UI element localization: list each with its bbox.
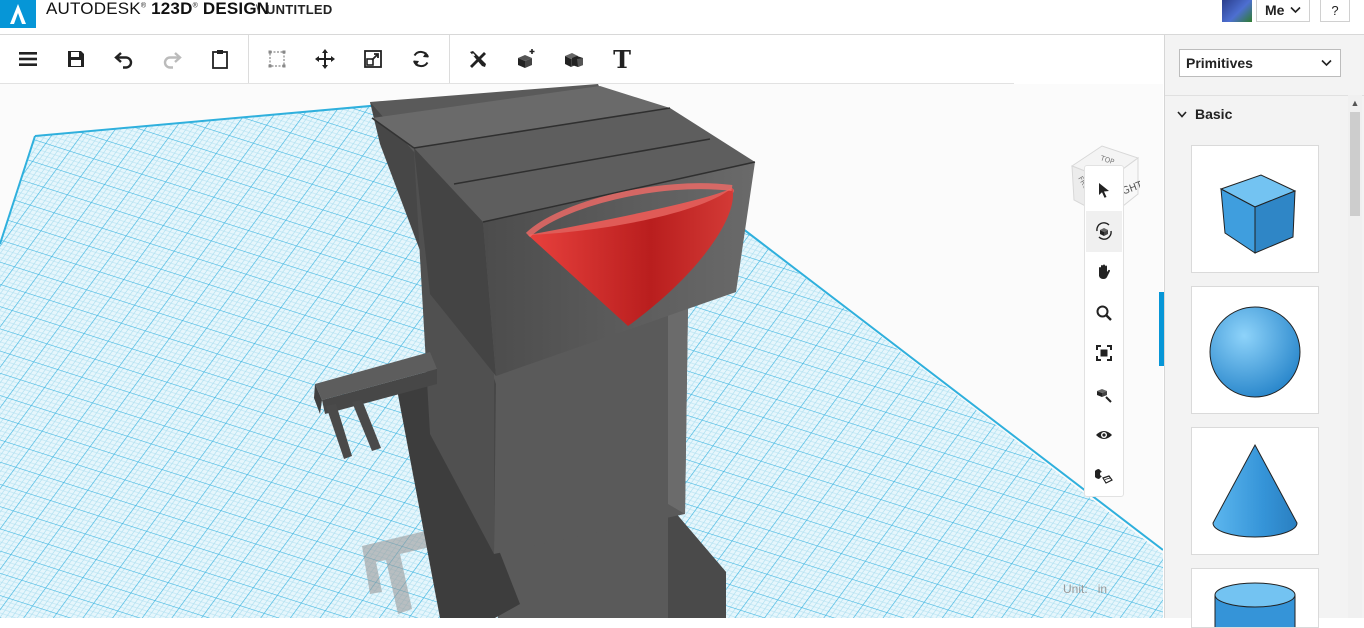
move-icon[interactable] (301, 35, 349, 83)
pan-icon[interactable] (1086, 252, 1122, 293)
avatar[interactable] (1222, 0, 1252, 22)
redo-icon[interactable] (148, 35, 196, 83)
bounding-box-icon[interactable] (253, 35, 301, 83)
zoom-selected-icon[interactable] (1086, 374, 1122, 415)
title-bar: AUTODESK® 123D® DESIGN \ UNTITLED Me ? (0, 0, 1364, 35)
library-dropdown[interactable]: Primitives (1179, 49, 1341, 77)
cube-icon (1219, 174, 1297, 254)
autodesk-logo-icon[interactable] (0, 0, 36, 28)
primitive-sphere[interactable] (1191, 286, 1319, 414)
scroll-up-icon[interactable]: ▲ (1348, 96, 1362, 110)
help-button[interactable]: ? (1320, 0, 1350, 22)
chevron-down-icon (1177, 110, 1187, 118)
cylinder-icon (1214, 582, 1296, 627)
user-name: Me (1265, 2, 1285, 18)
save-icon[interactable] (52, 35, 100, 83)
panel-divider (1165, 95, 1364, 96)
pointer-icon[interactable] (1086, 170, 1122, 211)
undo-icon[interactable] (100, 35, 148, 83)
modify-icon[interactable] (502, 35, 550, 83)
combine-icon[interactable] (550, 35, 598, 83)
shape-library-panel: Primitives Basic (1164, 35, 1364, 628)
toolbar-group-transform (249, 35, 450, 83)
text-tool-icon[interactable]: T (598, 35, 646, 83)
unit-indicator: Unit: in (1063, 582, 1108, 596)
scene-canvas[interactable] (0, 84, 1163, 618)
primitive-cube[interactable] (1191, 145, 1319, 273)
user-menu-button[interactable]: Me (1256, 0, 1311, 22)
3d-viewport[interactable]: TOP FRONT RIGHT Unit:in (0, 84, 1163, 618)
clipboard-icon[interactable] (196, 35, 244, 83)
construct-icon[interactable] (454, 35, 502, 83)
panel-scrollbar-thumb[interactable] (1350, 112, 1360, 216)
orbit-icon[interactable] (1086, 210, 1122, 252)
visibility-icon[interactable] (1086, 415, 1122, 456)
scale-icon[interactable] (349, 35, 397, 83)
chevron-down-icon (1290, 6, 1302, 14)
section-header-basic[interactable]: Basic (1177, 106, 1232, 122)
sphere-icon (1209, 306, 1301, 398)
toolbar-group-file (0, 35, 249, 83)
chevron-down-icon (1321, 59, 1332, 67)
cone-icon (1212, 443, 1298, 538)
snap-icon[interactable] (1086, 455, 1122, 496)
primitive-cone[interactable] (1191, 427, 1319, 555)
primitive-cylinder[interactable] (1191, 568, 1319, 628)
rotate-icon[interactable] (397, 35, 445, 83)
section-title: Basic (1195, 106, 1233, 122)
app-name: AUTODESK® 123D® DESIGN (46, 0, 270, 18)
fit-icon[interactable] (1086, 333, 1122, 374)
toolbar-group-create: T (450, 35, 650, 83)
main-toolbar: T (0, 35, 1014, 84)
navigation-bar (1084, 165, 1124, 497)
zoom-icon[interactable] (1086, 292, 1122, 333)
library-dropdown-value: Primitives (1186, 55, 1253, 71)
document-title[interactable]: \ UNTITLED (256, 2, 333, 17)
menu-icon[interactable] (4, 35, 52, 83)
